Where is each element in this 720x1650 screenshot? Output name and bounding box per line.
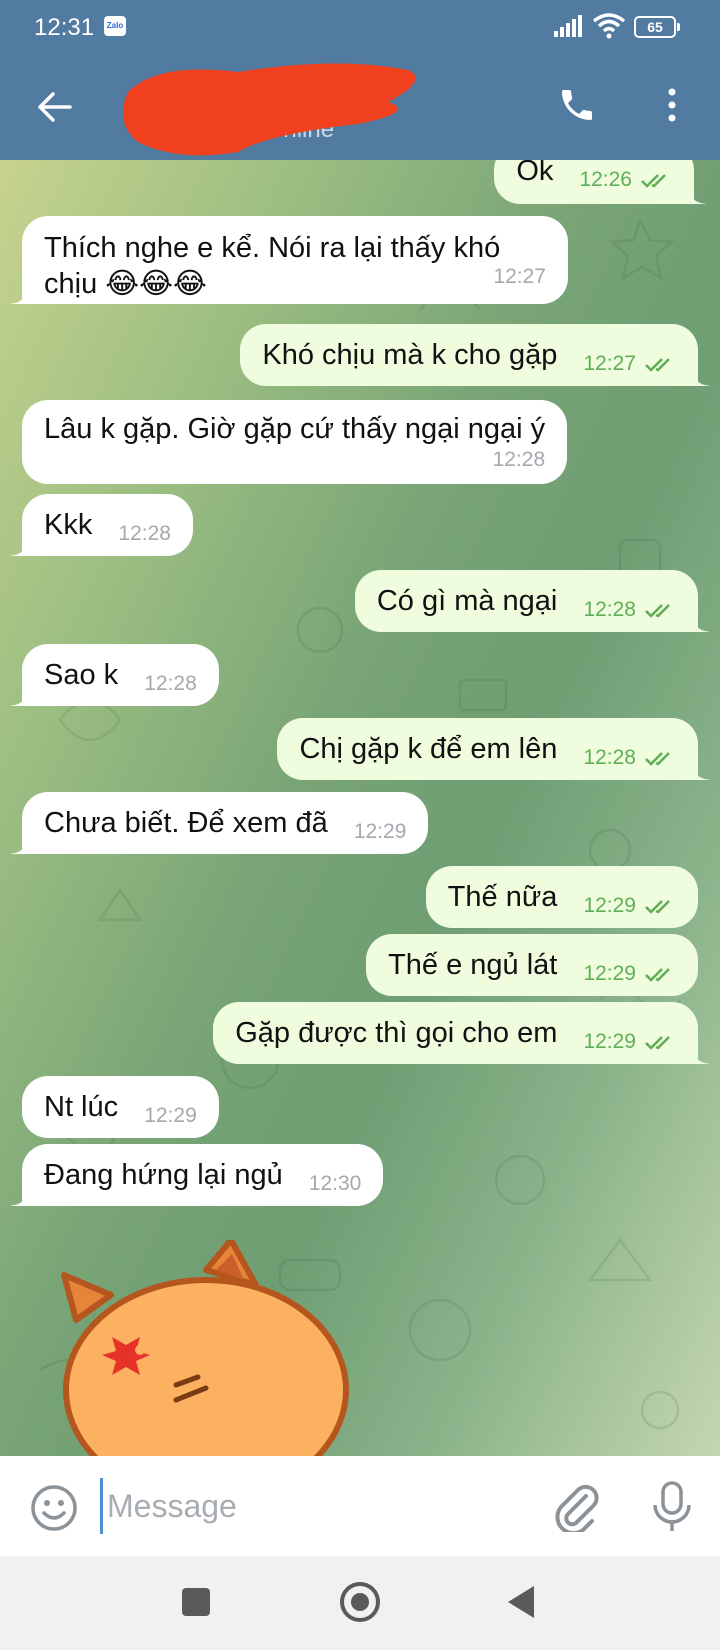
phone-icon	[562, 90, 592, 120]
microphone-icon[interactable]	[648, 1480, 696, 1534]
battery-indicator: 65	[634, 16, 680, 38]
message-incoming[interactable]: Sao k 12:28	[11, 644, 219, 706]
redacted-contact-name[interactable]	[118, 62, 428, 160]
message-outgoing[interactable]: Có gì mà ngại 12:28	[354, 570, 710, 632]
message-text: Có gì mà ngại	[376, 585, 558, 617]
chat-header: online	[0, 56, 720, 160]
message-text: Kkk	[44, 509, 93, 541]
message-time: 12:29	[144, 1104, 197, 1127]
wifi-icon	[592, 13, 626, 39]
message-text: Thích nghe e kể. Nói ra lại thấy khó chị…	[44, 232, 501, 300]
message-text: Khó chịu mà k cho gặp	[262, 339, 558, 371]
message-time: 12:28	[583, 739, 676, 777]
back-arrow-icon	[38, 92, 72, 122]
system-navigation-bar	[0, 1556, 720, 1650]
signal-icon	[554, 15, 582, 37]
message-time: 12:29	[583, 887, 676, 925]
double-check-icon	[645, 752, 670, 766]
double-check-icon	[645, 604, 670, 618]
message-time: 12:28	[118, 522, 171, 545]
message-incoming[interactable]: Kkk 12:28	[11, 494, 193, 556]
message-incoming[interactable]: Nt lúc 12:29	[22, 1076, 219, 1138]
double-check-icon	[645, 1036, 670, 1050]
message-time: 12:28	[492, 448, 546, 471]
message-composer	[0, 1456, 720, 1556]
more-vert-icon	[668, 88, 676, 122]
message-time: 12:27	[583, 345, 676, 383]
message-text: Thế nữa	[447, 881, 558, 913]
message-incoming[interactable]: Đang hứng lại ngủ 12:30	[10, 1144, 384, 1206]
home-button[interactable]	[340, 1582, 380, 1622]
message-time: 12:27	[493, 265, 546, 288]
message-time: 12:26	[579, 161, 672, 199]
message-incoming[interactable]: Lâu k gặp. Giờ gặp cứ thấy ngại ngại ý 1…	[22, 400, 568, 484]
message-outgoing[interactable]: Ok 12:26	[494, 160, 705, 204]
message-input[interactable]	[100, 1478, 520, 1534]
paperclip-icon[interactable]	[552, 1482, 602, 1532]
message-text: Ok	[516, 160, 554, 187]
double-check-icon	[645, 358, 670, 372]
message-text: Nt lúc	[44, 1091, 119, 1123]
status-time: 12:31	[34, 14, 95, 41]
message-text: Chưa biết. Để xem đã	[44, 807, 328, 839]
message-outgoing[interactable]: Khó chịu mà k cho gặp 12:27	[240, 324, 709, 386]
zalo-notification-icon: Zalo	[104, 16, 126, 36]
message-time: 12:28	[144, 672, 197, 695]
chat-messages-area[interactable]: Ok 12:26 Thích nghe e kể. Nói ra lại thấ…	[0, 160, 720, 1456]
double-check-icon	[645, 968, 670, 982]
message-incoming[interactable]: Thích nghe e kể. Nói ra lại thấy khó chị…	[11, 216, 568, 304]
emoji-icon[interactable]	[30, 1484, 78, 1532]
status-bar: 12:31 Zalo 65	[0, 0, 720, 56]
back-button[interactable]	[30, 82, 80, 132]
message-outgoing[interactable]: Gặp được thì gọi cho em 12:29	[213, 1002, 709, 1064]
message-outgoing[interactable]: Chị gặp k để em lên 12:28	[277, 718, 709, 780]
message-text: Sao k	[44, 659, 119, 691]
message-text: Chị gặp k để em lên	[299, 733, 558, 765]
message-time: 12:29	[583, 955, 676, 993]
angry-cat-sticker[interactable]	[56, 1240, 356, 1456]
message-text: Lâu k gặp. Giờ gặp cứ thấy ngại ngại ý	[44, 413, 546, 445]
recents-button[interactable]	[182, 1588, 210, 1616]
message-outgoing[interactable]: Thế e ngủ lát 12:29	[366, 934, 698, 996]
message-text: Gặp được thì gọi cho em	[235, 1017, 558, 1049]
message-time: 12:29	[583, 1023, 676, 1061]
message-text: Thế e ngủ lát	[388, 949, 558, 981]
call-button[interactable]	[552, 80, 602, 130]
message-time: 12:28	[583, 591, 676, 629]
message-incoming[interactable]: Chưa biết. Để xem đã 12:29	[10, 792, 429, 854]
message-time: 12:30	[308, 1172, 362, 1195]
message-time: 12:29	[353, 820, 407, 843]
double-check-icon	[641, 174, 666, 188]
more-options-button[interactable]	[654, 80, 690, 130]
message-outgoing[interactable]: Thế nữa 12:29	[425, 866, 698, 928]
system-back-button[interactable]	[508, 1586, 534, 1618]
message-text: Đang hứng lại ngủ	[44, 1159, 283, 1191]
double-check-icon	[645, 900, 670, 914]
